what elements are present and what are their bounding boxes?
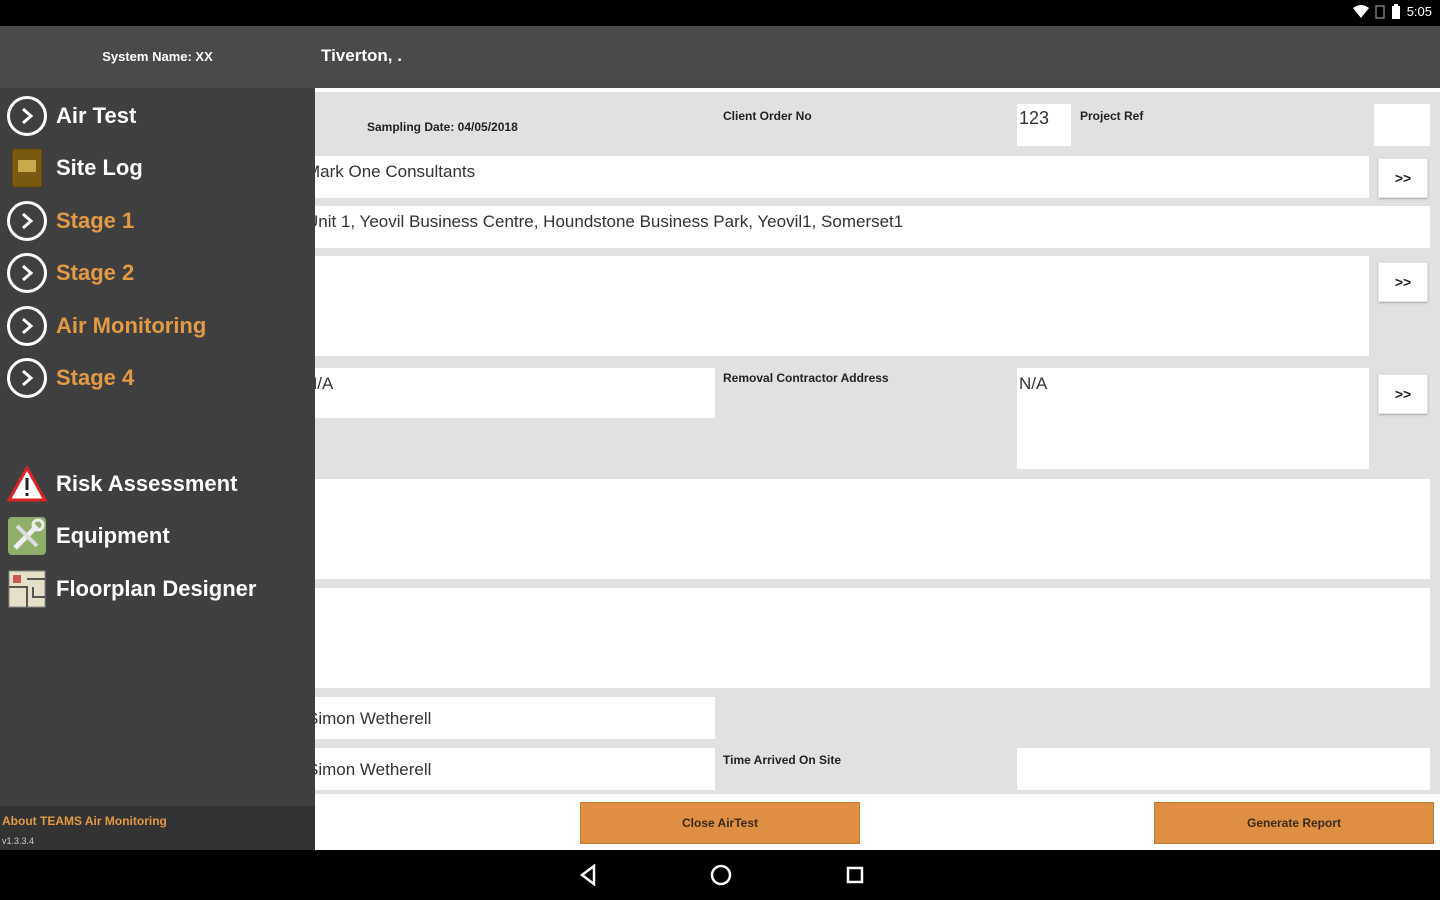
sidebar-item-label: Stage 4 [56, 365, 135, 390]
sidebar-item-label: Risk Assessment [56, 471, 238, 496]
sidebar-item-air-monitoring[interactable]: Air Monitoring [6, 304, 306, 348]
status-bar: 5:05 [0, 0, 1440, 26]
sidebar-item-air-test[interactable]: Air Test [6, 94, 306, 138]
sidebar-item-label: Air Monitoring [56, 313, 207, 338]
sidebar-item-floorplan-designer[interactable]: Floorplan Designer [6, 567, 306, 611]
removal-contractor-address-field[interactable]: N/A [1017, 368, 1369, 469]
sidebar-item-stage-4[interactable]: Stage 4 [6, 356, 306, 400]
chevron-circle-icon [6, 252, 48, 294]
client-address-field[interactable]: Unit 1, Yeovil Business Centre, Houndsto… [315, 206, 1430, 248]
notes-field-2[interactable] [315, 588, 1430, 688]
version-label: v1.3.3.4 [2, 836, 35, 846]
no-sim-icon [1374, 4, 1385, 19]
home-icon[interactable] [708, 862, 734, 888]
about-link[interactable]: About TEAMS Air Monitoring [2, 814, 167, 828]
back-icon[interactable] [575, 862, 601, 888]
contractor-select-button[interactable]: >> [1378, 374, 1428, 414]
sidebar-item-label: Stage 2 [56, 260, 135, 285]
sidebar-item-label: Equipment [56, 523, 170, 548]
generate-report-button[interactable]: Generate Report [1154, 802, 1434, 844]
analyst-field[interactable]: Simon Wetherell [315, 697, 715, 739]
chevron-circle-icon [6, 305, 48, 347]
notes-field-1[interactable] [315, 479, 1430, 579]
client-select-button[interactable]: >> [1378, 158, 1428, 198]
clock: 5:05 [1406, 4, 1432, 19]
site-select-button[interactable]: >> [1378, 262, 1428, 302]
recents-icon[interactable] [842, 862, 868, 888]
site-details-field[interactable] [315, 256, 1369, 356]
supervisor-field[interactable]: Simon Wetherell [315, 748, 715, 790]
sidebar-item-site-log[interactable]: Site Log [6, 146, 306, 190]
sidebar-item-label: Stage 1 [56, 208, 135, 233]
chevron-circle-icon [6, 200, 48, 242]
warning-triangle-icon [6, 463, 48, 505]
sidebar-item-label: Air Test [56, 103, 137, 128]
sidebar-item-risk-assessment[interactable]: Risk Assessment [6, 462, 306, 506]
system-nav-bar [0, 850, 1440, 900]
page-title: Tiverton, . [321, 46, 402, 65]
battery-icon [1391, 4, 1401, 19]
air-test-form: Sampling Date: 04/05/2018 Client Order N… [315, 88, 1440, 850]
wifi-icon [1352, 4, 1369, 19]
project-ref-label: Project Ref [1080, 109, 1144, 123]
removal-contractor-address-label: Removal Contractor Address [723, 371, 889, 385]
sidebar-item-stage-2[interactable]: Stage 2 [6, 251, 306, 295]
tools-icon [6, 515, 48, 557]
system-name: System Name: XX [0, 26, 315, 88]
sidebar-item-equipment[interactable]: Equipment [6, 514, 306, 558]
chevron-circle-icon [6, 95, 48, 137]
sidebar-footer: About TEAMS Air Monitoring v1.3.3.4 [0, 806, 315, 850]
site-log-book-icon [6, 147, 48, 189]
sidebar: System Name: XX Air Test Site Log Stage … [0, 26, 315, 850]
app-window: System Name: XX Air Test Site Log Stage … [0, 26, 1440, 850]
project-ref-field[interactable] [1374, 104, 1430, 146]
client-name-field[interactable]: Mark One Consultants [315, 156, 1369, 198]
floorplan-icon [6, 568, 48, 610]
status-icons: 5:05 [1352, 4, 1432, 19]
sidebar-item-label: Floorplan Designer [56, 576, 257, 601]
client-order-field[interactable]: 123 [1017, 104, 1071, 146]
close-airtest-button[interactable]: Close AirTest [580, 802, 860, 844]
client-order-label: Client Order No [723, 109, 812, 123]
removal-contractor-field[interactable]: N/A [315, 368, 715, 418]
time-arrived-field[interactable] [1017, 748, 1430, 790]
chevron-circle-icon [6, 357, 48, 399]
sampling-date-label: Sampling Date: 04/05/2018 [367, 120, 518, 134]
time-arrived-label: Time Arrived On Site [723, 753, 842, 767]
sidebar-item-stage-1[interactable]: Stage 1 [6, 199, 306, 243]
top-bar: Tiverton, . [315, 26, 1440, 88]
sidebar-item-label: Site Log [56, 155, 143, 180]
